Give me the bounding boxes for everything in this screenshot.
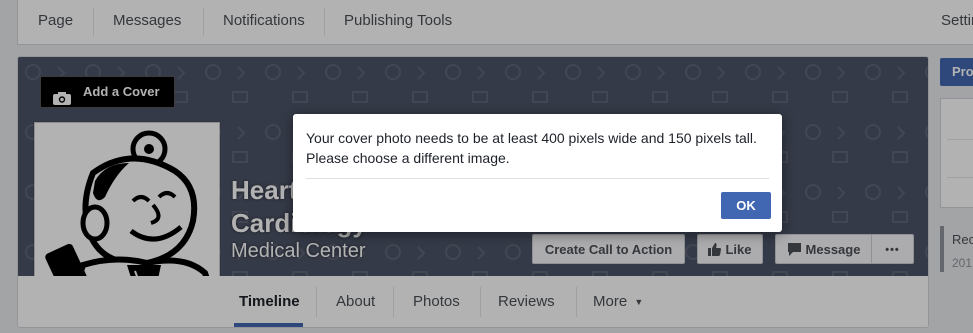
dialog-message: Your cover photo needs to be at least 40… <box>306 130 757 166</box>
dialog-divider <box>306 178 769 179</box>
cover-size-error-dialog: Your cover photo needs to be at least 40… <box>293 114 782 232</box>
ok-button[interactable]: OK <box>721 192 771 219</box>
